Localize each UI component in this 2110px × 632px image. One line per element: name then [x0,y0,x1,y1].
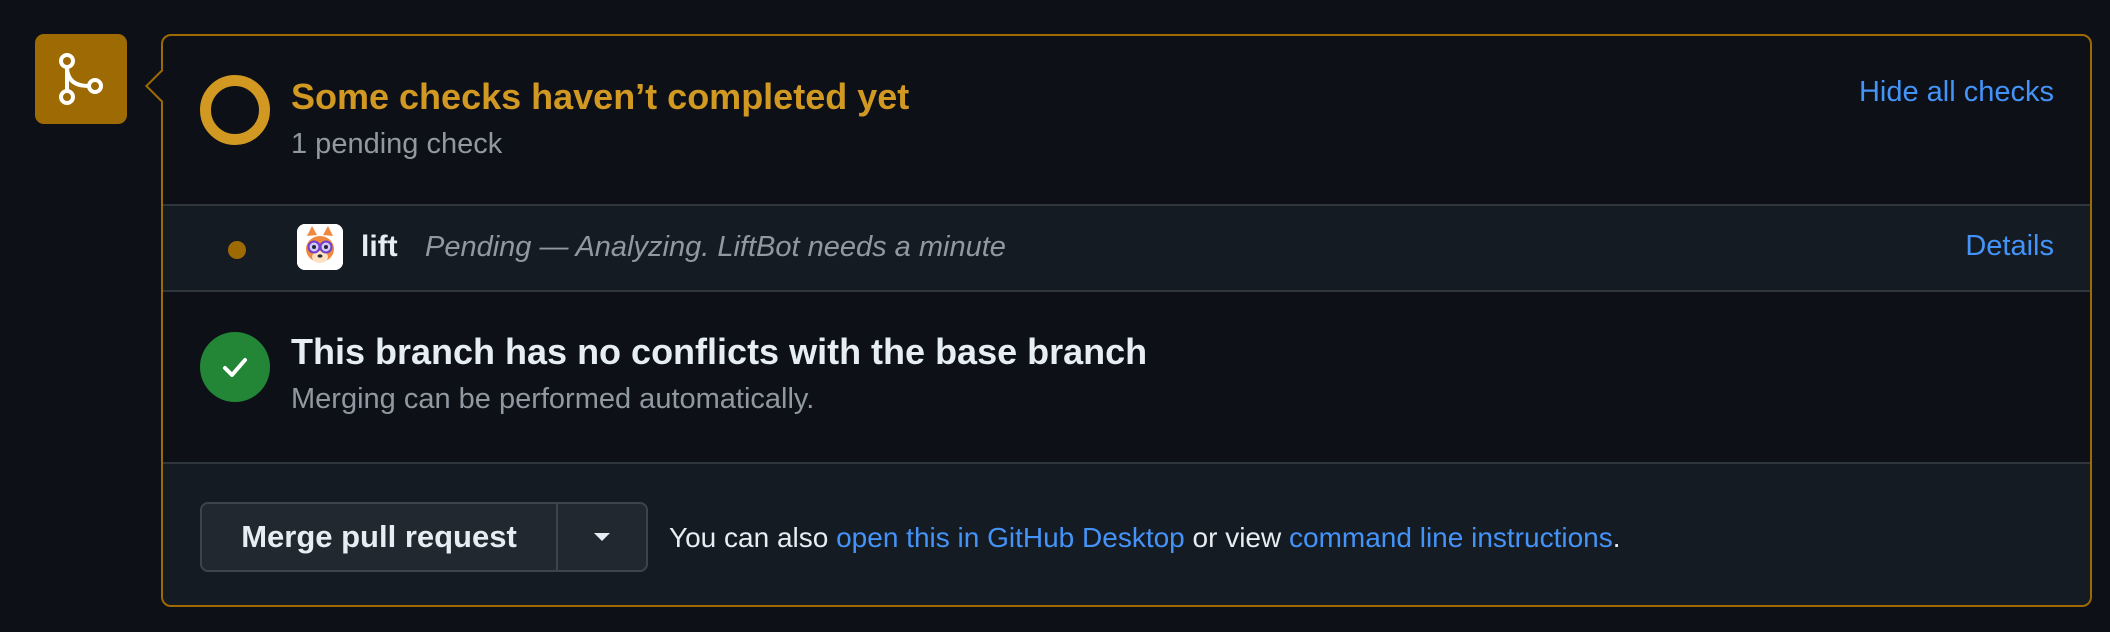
pending-dot-icon [228,241,246,259]
merge-box: Some checks haven’t completed yet 1 pend… [0,0,2110,632]
branch-status: This branch has no conflicts with the ba… [163,292,2090,464]
merge-text-suffix: . [1612,522,1621,553]
merge-text-middle: or view [1192,522,1282,553]
checks-title: Some checks haven’t completed yet [291,76,910,117]
merge-actions: Merge pull request You can also open thi… [163,464,2090,605]
triangle-down-icon [594,533,610,541]
git-merge-icon [35,34,127,124]
command-line-instructions-link[interactable]: command line instructions [1289,522,1613,553]
merge-text-prefix: You can also [669,522,829,553]
merge-status-panel: Some checks haven’t completed yet 1 pend… [145,34,2092,607]
check-name: lift [361,230,398,263]
open-github-desktop-link[interactable]: open this in GitHub Desktop [836,522,1185,553]
liftbot-avatar[interactable] [297,224,343,270]
branch-subtitle: Merging can be performed automatically. [291,383,815,415]
merge-alternatives-text: You can also open this in GitHub Desktop… [669,522,1621,554]
pending-ring-icon [200,75,270,145]
branch-title: This branch has no conflicts with the ba… [291,331,1148,372]
merge-method-dropdown-button[interactable] [558,504,646,570]
check-description: Pending — Analyzing. LiftBot needs a min… [425,231,1006,263]
hide-all-checks-link[interactable]: Hide all checks [1859,76,2054,109]
check-details-link[interactable]: Details [1965,230,2054,263]
merge-pull-request-button[interactable]: Merge pull request [202,504,558,570]
check-circle-icon [200,332,270,402]
checks-summary: Some checks haven’t completed yet 1 pend… [163,36,2090,206]
check-item-lift: lift Pending — Analyzing. LiftBot needs … [163,206,2090,292]
checks-subtitle: 1 pending check [291,128,503,160]
merge-button-group: Merge pull request [200,502,648,572]
